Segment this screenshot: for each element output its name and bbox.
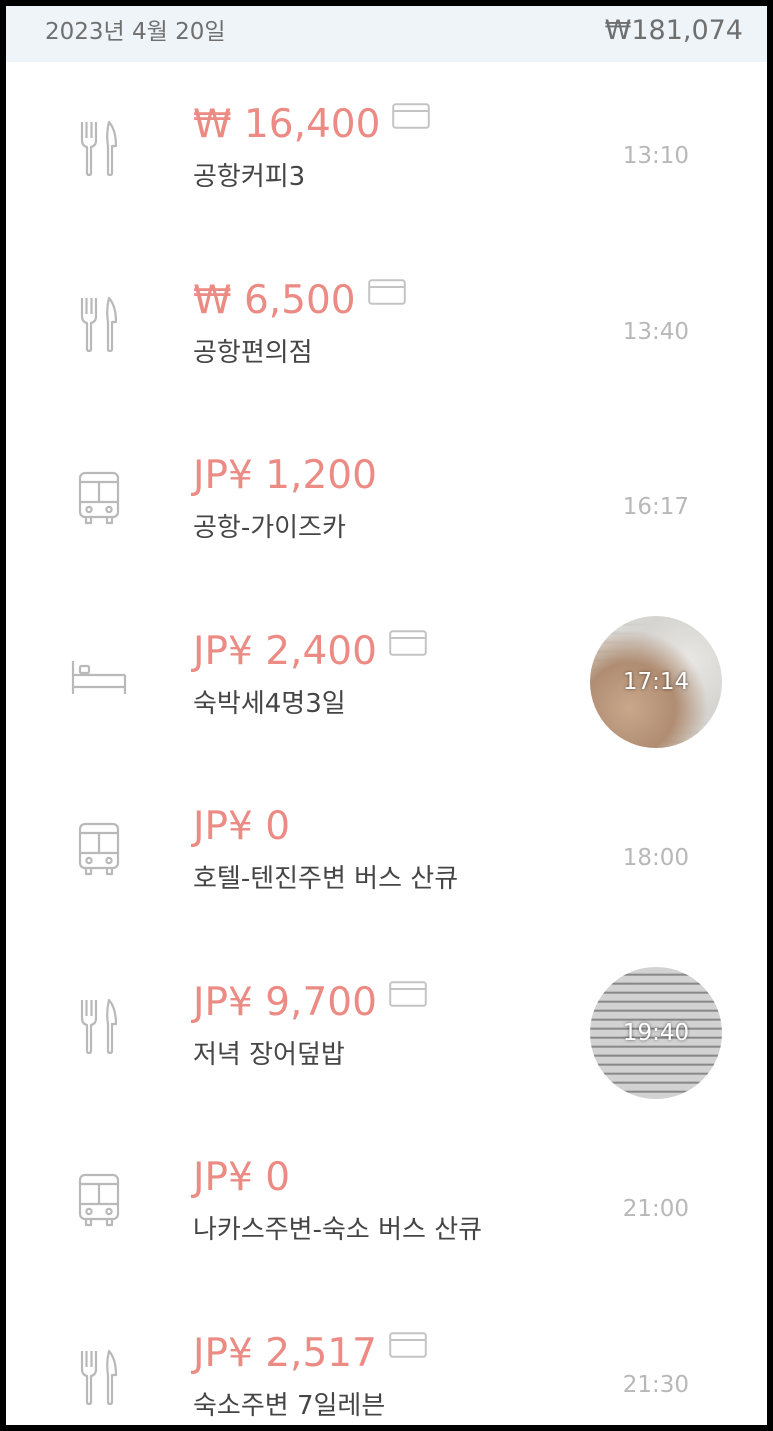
- amount: JP¥ 9,700: [193, 979, 377, 1025]
- time: 13:40: [622, 318, 689, 345]
- date-label: 2023년 4월 20일: [45, 19, 226, 45]
- amount-line: JP¥ 2,400: [193, 627, 427, 679]
- description: 나카스주변-숙소 버스 산큐: [193, 1215, 483, 1245]
- amount-line: JP¥ 9,700: [193, 978, 427, 1030]
- amount: JP¥ 1,200: [193, 453, 377, 498]
- description: 숙박세4명3일: [193, 688, 346, 719]
- amount-line: JP¥ 1,200: [193, 451, 377, 503]
- expense-row[interactable]: ₩ 16,400 공항커피3 13:10: [6, 62, 767, 238]
- time: 18:00: [622, 845, 689, 871]
- description: 공항커피3: [193, 162, 306, 192]
- amount-line: ₩ 16,400: [193, 100, 431, 152]
- date-header[interactable]: 2023년 4월 20일 ₩181,074: [6, 6, 767, 62]
- expense-list: ₩ 16,400 공항커피3 13:10 ₩ 6,500 공항편의점 13:40…: [6, 62, 767, 1425]
- card-icon: [367, 278, 406, 309]
- time: 17:14: [622, 668, 690, 695]
- amount: JP¥ 0: [193, 1155, 291, 1200]
- expense-row[interactable]: JP¥ 1,200 공항-가이즈카 16:17: [6, 413, 767, 589]
- day-total: ₩181,074: [604, 15, 743, 46]
- amount-line: JP¥ 0: [193, 1153, 290, 1205]
- description: 호텔-텐진주변 버스 산큐: [193, 864, 459, 894]
- bed-icon: [66, 647, 132, 713]
- amount: JP¥ 2,400: [193, 628, 377, 674]
- fork-knife-icon: [66, 120, 132, 186]
- amount: ₩ 16,400: [193, 102, 381, 147]
- bus-icon: [66, 1173, 132, 1239]
- time: 21:00: [622, 1196, 689, 1222]
- amount: ₩ 6,500: [193, 277, 356, 323]
- expense-row[interactable]: JP¥ 0 나카스주변-숙소 버스 산큐 21:00: [6, 1115, 767, 1291]
- amount-line: JP¥ 2,517: [193, 1329, 427, 1381]
- fork-knife-icon: [66, 296, 132, 362]
- expense-row[interactable]: JP¥ 0 호텔-텐진주변 버스 산큐 18:00: [6, 764, 767, 940]
- bus-icon: [66, 822, 132, 888]
- amount: JP¥ 0: [193, 804, 291, 849]
- time: 19:40: [622, 1019, 690, 1046]
- receipt-photo-thumbnail[interactable]: 17:14: [590, 615, 722, 748]
- expense-row[interactable]: JP¥ 2,517 숙소주변 7일레븐 21:30: [6, 1291, 767, 1426]
- description: 숙소주변 7일레븐: [193, 1390, 386, 1421]
- description: 저녁 장어덮밥: [193, 1039, 345, 1070]
- time: 13:10: [622, 143, 689, 169]
- expense-row[interactable]: ₩ 6,500 공항편의점 13:40: [6, 238, 767, 414]
- time: 16:17: [622, 494, 689, 520]
- fork-knife-icon: [66, 998, 132, 1064]
- expense-row[interactable]: JP¥ 9,700 저녁 장어덮밥 19:40: [6, 940, 767, 1116]
- amount-line: JP¥ 0: [193, 802, 290, 854]
- time: 21:30: [622, 1371, 689, 1398]
- description: 공항편의점: [193, 337, 313, 368]
- receipt-photo-thumbnail[interactable]: 19:40: [590, 966, 722, 1099]
- card-icon: [389, 629, 427, 660]
- card-icon: [389, 980, 427, 1011]
- amount: JP¥ 2,517: [193, 1330, 377, 1376]
- expense-row[interactable]: JP¥ 2,400 숙박세4명3일 17:14: [6, 589, 767, 765]
- description: 공항-가이즈카: [193, 513, 346, 543]
- expense-day-screen: 2023년 4월 20일 ₩181,074 ₩ 16,400 공항커피3 13:…: [6, 6, 767, 1425]
- card-icon: [389, 1331, 427, 1362]
- bus-icon: [66, 471, 132, 537]
- card-icon: [392, 103, 431, 133]
- amount-line: ₩ 6,500: [193, 276, 406, 328]
- fork-knife-icon: [66, 1349, 132, 1415]
